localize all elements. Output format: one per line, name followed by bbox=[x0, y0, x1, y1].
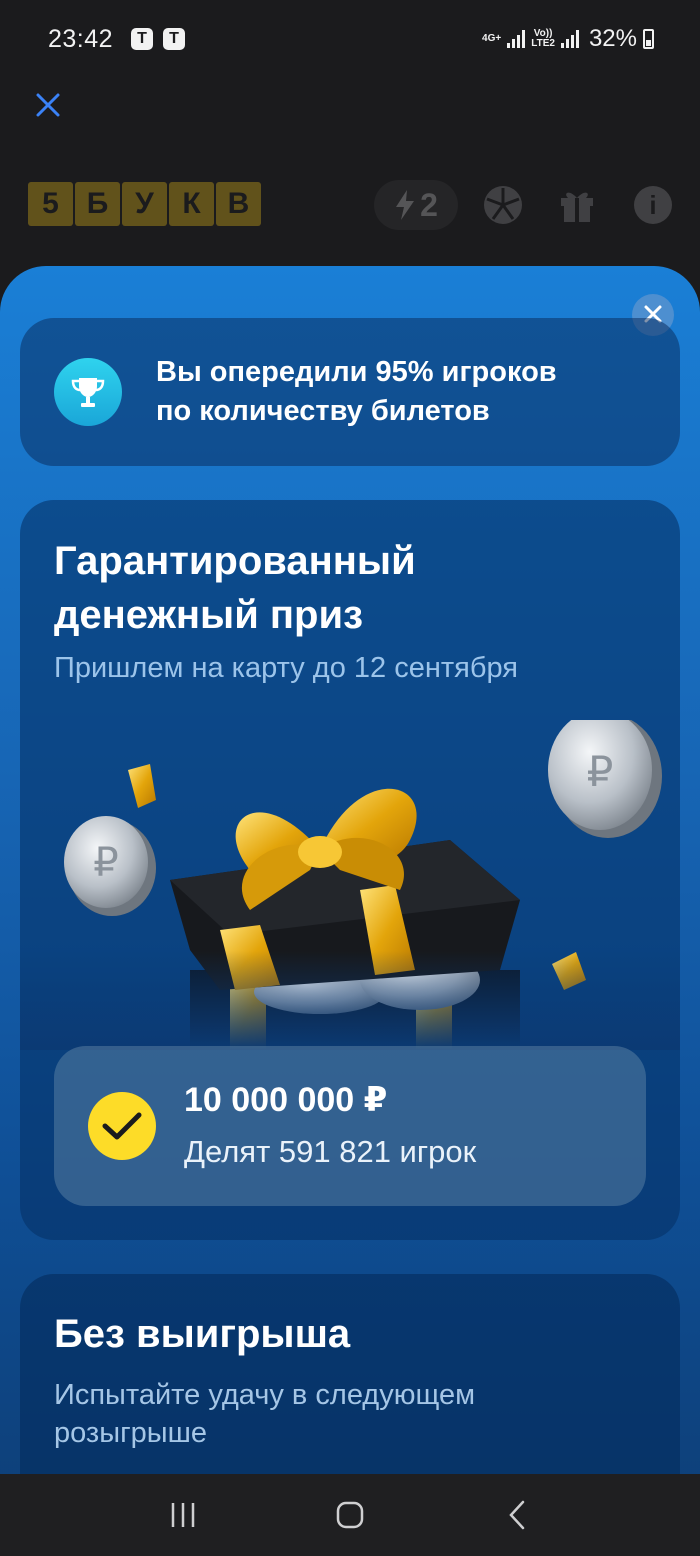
logo-letter: Б bbox=[75, 182, 120, 226]
status-bar: 23:42 T T 4G+ Vo)) LTE2 32% bbox=[0, 0, 700, 78]
carrier-badge-icon: T bbox=[163, 28, 186, 50]
checkmark-icon bbox=[88, 1092, 156, 1160]
prize-amount-box: 10 000 000 ₽ Делят 591 821 игрок bbox=[54, 1046, 646, 1206]
rank-card: Вы опередили 95% игроков по количеству б… bbox=[20, 318, 680, 466]
network-type-2: Vo)) LTE2 bbox=[531, 29, 555, 49]
status-left: 23:42 T T bbox=[48, 24, 186, 54]
network-lte2: LTE2 bbox=[531, 38, 555, 49]
battery-icon bbox=[643, 29, 654, 49]
back-icon[interactable] bbox=[487, 1485, 547, 1545]
wheel-icon[interactable] bbox=[484, 186, 522, 224]
gift-icon[interactable] bbox=[558, 186, 596, 224]
status-right: 4G+ Vo)) LTE2 32% bbox=[482, 25, 654, 53]
prize-title: Гарантированный денежный приз bbox=[54, 539, 416, 637]
nowin-subtitle: Испытайте удачу в следующем розыгрыше bbox=[54, 1379, 476, 1449]
checkmark-glyph bbox=[102, 1112, 142, 1140]
prize-amount: 10 000 000 ₽ bbox=[184, 1081, 388, 1119]
recents-glyph bbox=[172, 1503, 195, 1527]
trophy-icon bbox=[54, 358, 122, 426]
logo-letter: У bbox=[122, 182, 167, 226]
energy-counter[interactable]: 2 bbox=[374, 180, 458, 230]
rank-text: Вы опередили 95% игроков по количеству б… bbox=[156, 353, 557, 431]
nowin-title: Без выигрыша bbox=[54, 1312, 351, 1356]
close-icon-glyph bbox=[36, 93, 60, 117]
game-logo: 5 Б У К В bbox=[28, 182, 261, 226]
info-icon[interactable]: i bbox=[634, 186, 672, 224]
status-time: 23:42 bbox=[48, 24, 114, 53]
signal-icon bbox=[560, 30, 579, 48]
logo-letter: В bbox=[216, 182, 261, 226]
game-header: 5 Б У К В 2 i bbox=[28, 180, 672, 230]
battery-percent: 32% bbox=[588, 25, 637, 52]
rank-line-1: Вы опередили 95% игроков bbox=[156, 356, 557, 388]
logo-letter: К bbox=[169, 182, 214, 226]
bolt-icon bbox=[396, 190, 415, 220]
home-icon[interactable] bbox=[320, 1485, 380, 1545]
result-sheet: Вы опередили 95% игроков по количеству б… bbox=[0, 266, 700, 1556]
energy-count: 2 bbox=[420, 186, 438, 223]
prize-subtitle: Пришлем на карту до 12 сентября bbox=[54, 652, 518, 684]
gift-icon-glyph bbox=[561, 192, 593, 222]
rank-line-2: по количеству билетов bbox=[156, 395, 490, 427]
carrier-badge-icon: T bbox=[131, 28, 154, 50]
prize-card: Гарантированный денежный приз Пришлем на… bbox=[20, 500, 680, 1240]
system-nav-bar bbox=[0, 1474, 700, 1556]
home-glyph bbox=[336, 1501, 364, 1529]
gift-illustration: ₽ ₽ bbox=[20, 720, 680, 1050]
network-type-1: 4G+ bbox=[482, 33, 502, 44]
screen: 23:42 T T 4G+ Vo))LTE2 32% 5 Б У К В 2 bbox=[0, 0, 700, 1556]
wheel-icon-glyph bbox=[486, 188, 520, 222]
trophy-glyph bbox=[71, 378, 105, 407]
recents-icon[interactable] bbox=[153, 1485, 213, 1545]
close-icon[interactable] bbox=[30, 88, 66, 124]
prize-shared-by: Делят 591 821 игрок bbox=[184, 1134, 477, 1169]
back-glyph bbox=[508, 1500, 524, 1530]
logo-letter: 5 bbox=[28, 182, 73, 226]
signal-icon bbox=[507, 30, 526, 48]
